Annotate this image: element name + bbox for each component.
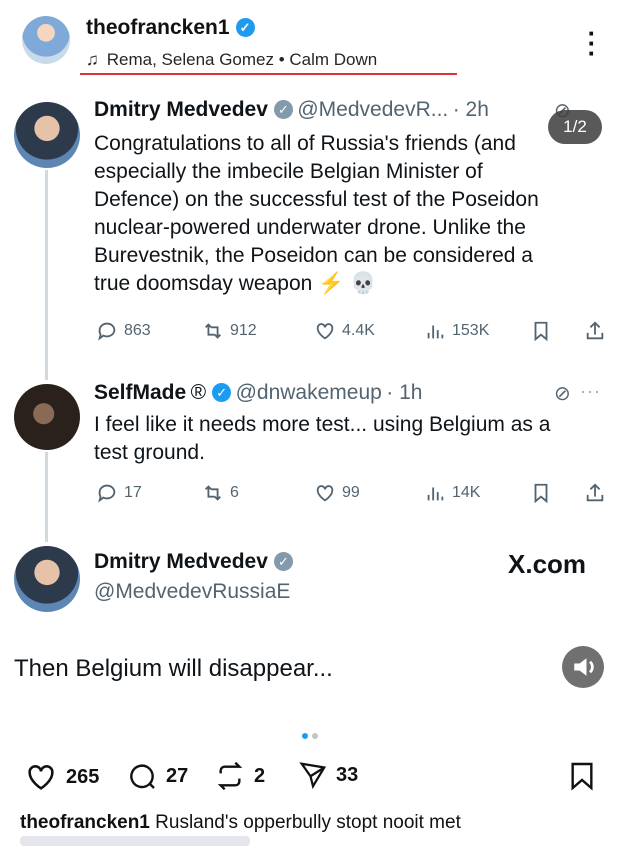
like-button[interactable]: 265 — [24, 760, 99, 794]
tweet2-retweet-count: 6 — [230, 484, 239, 501]
tweet1-line: true doomsday weapon ⚡ 💀 — [94, 272, 377, 295]
caption-overflow — [20, 836, 250, 846]
tweet1-verified-icon: ✓ — [273, 100, 293, 119]
tweet3-avatar[interactable] — [14, 546, 80, 612]
tweet2-reply-button[interactable]: 17 — [96, 482, 142, 504]
tweet2-handle[interactable]: @dnwakemeup — [236, 381, 382, 404]
comment-button[interactable]: 27 — [126, 760, 188, 792]
tweet1-header: Dmitry Medvedev ✓ @MedvedevR... · 2h — [94, 98, 544, 122]
like-count: 265 — [66, 765, 100, 788]
retweet-icon — [205, 485, 221, 501]
tweet2-reply-count: 17 — [124, 484, 142, 501]
share-icon — [586, 321, 604, 340]
retweet-icon — [205, 323, 221, 339]
author-username[interactable]: theofrancken1 ✓ — [86, 16, 255, 40]
music-note-icon: ♫ — [86, 50, 99, 69]
thread-connector — [45, 452, 48, 542]
views-icon — [427, 487, 444, 501]
tweet3-header: Dmitry Medvedev ✓ — [94, 550, 293, 574]
verified-badge-icon: ✓ — [235, 18, 255, 37]
send-button[interactable]: 33 — [298, 760, 358, 790]
tweet2-retweet-button[interactable]: 6 — [202, 482, 239, 504]
tweet3-text: Then Belgium will disappear... — [14, 655, 333, 682]
tweet1-reply-button[interactable]: 863 — [96, 320, 151, 342]
tweet1-view-count: 153K — [452, 322, 490, 339]
tweet1-text: Congratulations to all of Russia's frien… — [94, 130, 604, 298]
tweet2-views-button[interactable]: 14K — [424, 482, 480, 504]
tweet2-header: SelfMade ® ✓ @dnwakemeup · 1h — [94, 381, 544, 405]
share-count: 33 — [336, 763, 359, 786]
tweet3-name[interactable]: Dmitry Medvedev — [94, 550, 268, 573]
tweet2-view-count: 14K — [452, 484, 481, 501]
share-icon — [586, 483, 604, 502]
caption: theofrancken1 Rusland's opperbully stopt… — [20, 812, 461, 834]
tweet2-avatar[interactable] — [14, 384, 80, 450]
save-icon — [571, 762, 593, 791]
tweet2-line: test ground. — [94, 441, 205, 464]
tweet3-verified-icon: ✓ — [273, 552, 293, 571]
tweet2-share-button[interactable] — [584, 482, 606, 504]
tweet2-like-button[interactable]: 99 — [314, 482, 360, 504]
caption-text: Rusland's opperbully stopt nooit met — [155, 812, 461, 833]
tweet1-avatar[interactable] — [14, 102, 80, 168]
carousel-dots — [302, 726, 322, 744]
tweet2-bookmark-button[interactable] — [530, 482, 552, 504]
tweet1-handle[interactable]: @MedvedevR... — [297, 98, 448, 121]
tweet1-retweet-button[interactable]: 912 — [202, 320, 257, 342]
tweet1-line: Congratulations to all of Russia's frien… — [94, 132, 516, 155]
send-icon — [299, 762, 327, 790]
tweet1-line: nuclear-powered underwater drone. Unlike… — [94, 216, 526, 239]
like-icon — [316, 323, 334, 340]
repost-icon — [217, 761, 243, 791]
tweet1-name[interactable]: Dmitry Medvedev — [94, 98, 268, 121]
tweet2-verified-icon: ✓ — [212, 383, 232, 402]
grok-icon[interactable]: ⊘ — [554, 381, 571, 406]
tweet1-line: especially the imbecile Belgian Minister… — [94, 160, 483, 183]
tweet2-time: · 1h — [386, 381, 423, 404]
carousel-dot-active — [302, 733, 308, 739]
tweet1-reply-count: 863 — [124, 322, 151, 339]
kebab-menu-icon[interactable]: · · · — [582, 20, 602, 66]
carousel-dot — [312, 733, 318, 739]
music-track-label: Rema, Selena Gomez • Calm Down — [106, 50, 378, 69]
tweet1-views-button[interactable]: 153K — [424, 320, 489, 342]
caption-username[interactable]: theofrancken1 — [20, 812, 150, 833]
x-com-logo: X.com — [508, 549, 587, 579]
tweet2-text: I feel like it needs more test... using … — [94, 411, 609, 467]
author-avatar[interactable] — [22, 16, 70, 64]
tweet1-like-button[interactable]: 4.4K — [314, 320, 375, 342]
registered-mark: ® — [190, 381, 207, 404]
tweet1-line: Defence) on the successful test of the P… — [94, 188, 539, 211]
tweet1-retweet-count: 912 — [230, 322, 257, 339]
thread-connector — [45, 170, 48, 380]
tweet1-bookmark-button[interactable] — [530, 320, 552, 342]
repost-count: 2 — [254, 764, 266, 787]
reply-icon — [98, 322, 116, 341]
tweet1-share-button[interactable] — [584, 320, 606, 342]
like-icon — [316, 485, 334, 502]
author-username-text[interactable]: theofrancken1 — [86, 16, 230, 39]
tweet2-line: I feel like it needs more test... using … — [94, 413, 551, 436]
music-track[interactable]: ♫ Rema, Selena Gomez • Calm Down — [86, 50, 377, 70]
comment-icon — [130, 764, 155, 789]
comment-count: 27 — [166, 764, 189, 787]
tweet1-line: Burevestnik, the Poseidon can be conside… — [94, 244, 533, 267]
tweet2-name[interactable]: SelfMade — [94, 381, 186, 404]
tweet3-handle[interactable]: @MedvedevRussiaE — [94, 580, 290, 604]
more-options-icon[interactable]: ··· — [580, 381, 601, 402]
tweet2-like-count: 99 — [342, 484, 360, 501]
views-icon — [427, 325, 444, 339]
heart-icon — [28, 765, 54, 790]
repost-button[interactable]: 2 — [214, 760, 265, 792]
tweet1-like-count: 4.4K — [342, 322, 375, 339]
reply-icon — [98, 484, 116, 503]
bookmark-icon — [534, 483, 548, 504]
tweet1-time: · 2h — [452, 98, 489, 121]
bookmark-icon — [534, 321, 548, 342]
speaker-icon[interactable] — [562, 646, 604, 688]
red-underline-annotation — [80, 73, 457, 75]
save-button[interactable] — [566, 760, 598, 797]
